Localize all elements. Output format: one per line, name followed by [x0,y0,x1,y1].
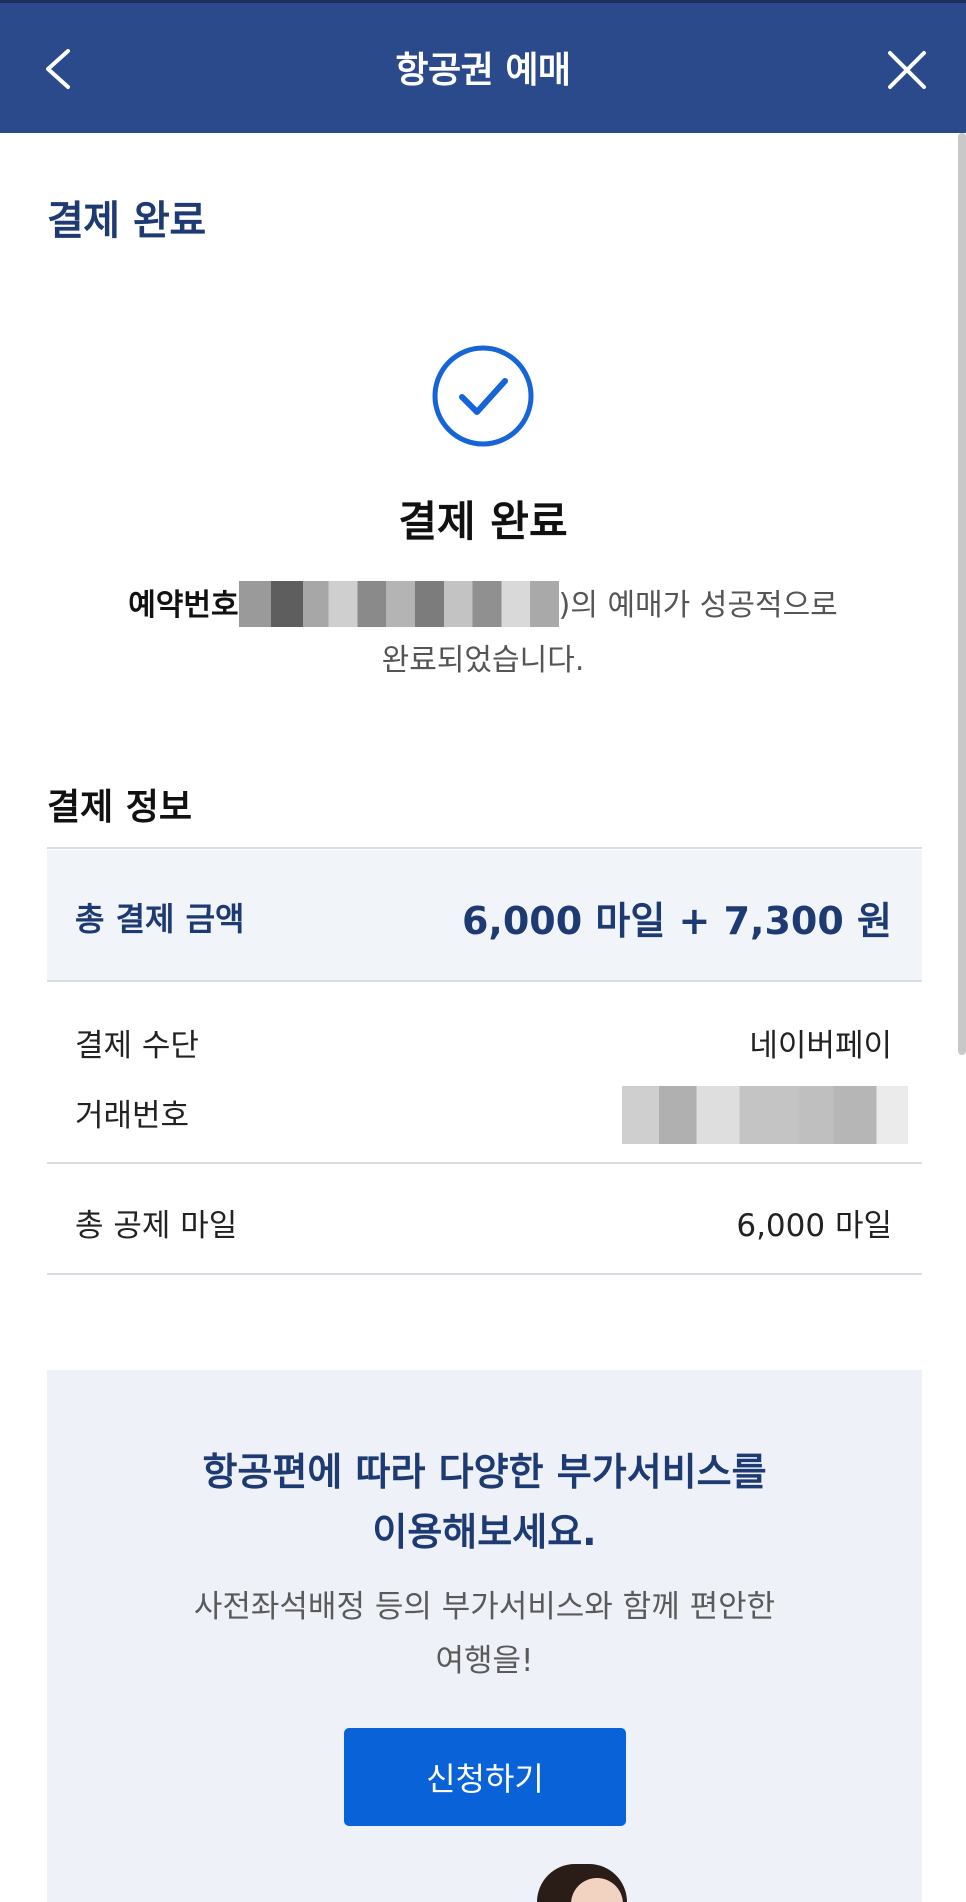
result-message: 예약번호 )의 예매가 성공적으로 완료되었습니다. [0,578,966,688]
payment-section-title: 결제 정보 [47,787,193,828]
deducted-miles-label: 총 공제 마일 [75,1208,238,1244]
check-circle-icon [432,345,534,447]
promo-sub-line1: 사전좌석배정 등의 부가서비스와 함께 편안한 [193,1589,776,1625]
page-title: 결제 완료 [47,198,206,244]
divider [47,980,922,982]
total-payment-value: 6,000 마일 + 7,300 원 [461,899,892,943]
total-payment-label: 총 결제 금액 [75,900,245,938]
person-face [571,1878,623,1902]
transaction-number-row: 거래번호 [75,1086,908,1144]
promo-headline-line2: 이용해보세요. [372,1510,597,1554]
result-message-suffix: )의 예매가 성공적으로 [558,588,838,623]
result-title: 결제 완료 [398,497,568,546]
divider [47,847,922,849]
payment-method-value: 네이버페이 [749,1028,892,1064]
transaction-number-label: 거래번호 [75,1098,190,1134]
close-icon[interactable] [884,47,930,93]
app-header: 항공권 예매 [0,0,966,133]
promo-headline-line1: 항공편에 따라 다양한 부가서비스를 [202,1450,767,1494]
divider [47,1162,922,1164]
redacted-transaction-number [622,1086,908,1144]
result-message-line2: 완료되었습니다. [381,643,585,678]
redacted-reservation-number [238,580,559,627]
promo-headline: 항공편에 따라 다양한 부가서비스를 이용해보세요. [47,1442,922,1562]
total-payment-row: 총 결제 금액 6,000 마일 + 7,300 원 [47,850,922,980]
promo-sub-line2: 여행을! [435,1643,534,1679]
promo-person-image [537,1864,627,1902]
payment-method-row: 결제 수단 네이버페이 [75,1020,892,1065]
reservation-label: 예약번호 [128,588,239,623]
deducted-miles-row: 총 공제 마일 6,000 마일 [75,1200,892,1245]
payment-method-label: 결제 수단 [75,1028,199,1064]
promo-subtext: 사전좌석배정 등의 부가서비스와 함께 편안한 여행을! [47,1580,922,1688]
header-title: 항공권 예매 [395,50,571,91]
deducted-miles-value: 6,000 마일 [736,1208,892,1244]
divider [47,1273,922,1275]
apply-button[interactable]: 신청하기 [344,1728,626,1826]
promo-banner: 항공편에 따라 다양한 부가서비스를 이용해보세요. 사전좌석배정 등의 부가서… [47,1370,922,1902]
